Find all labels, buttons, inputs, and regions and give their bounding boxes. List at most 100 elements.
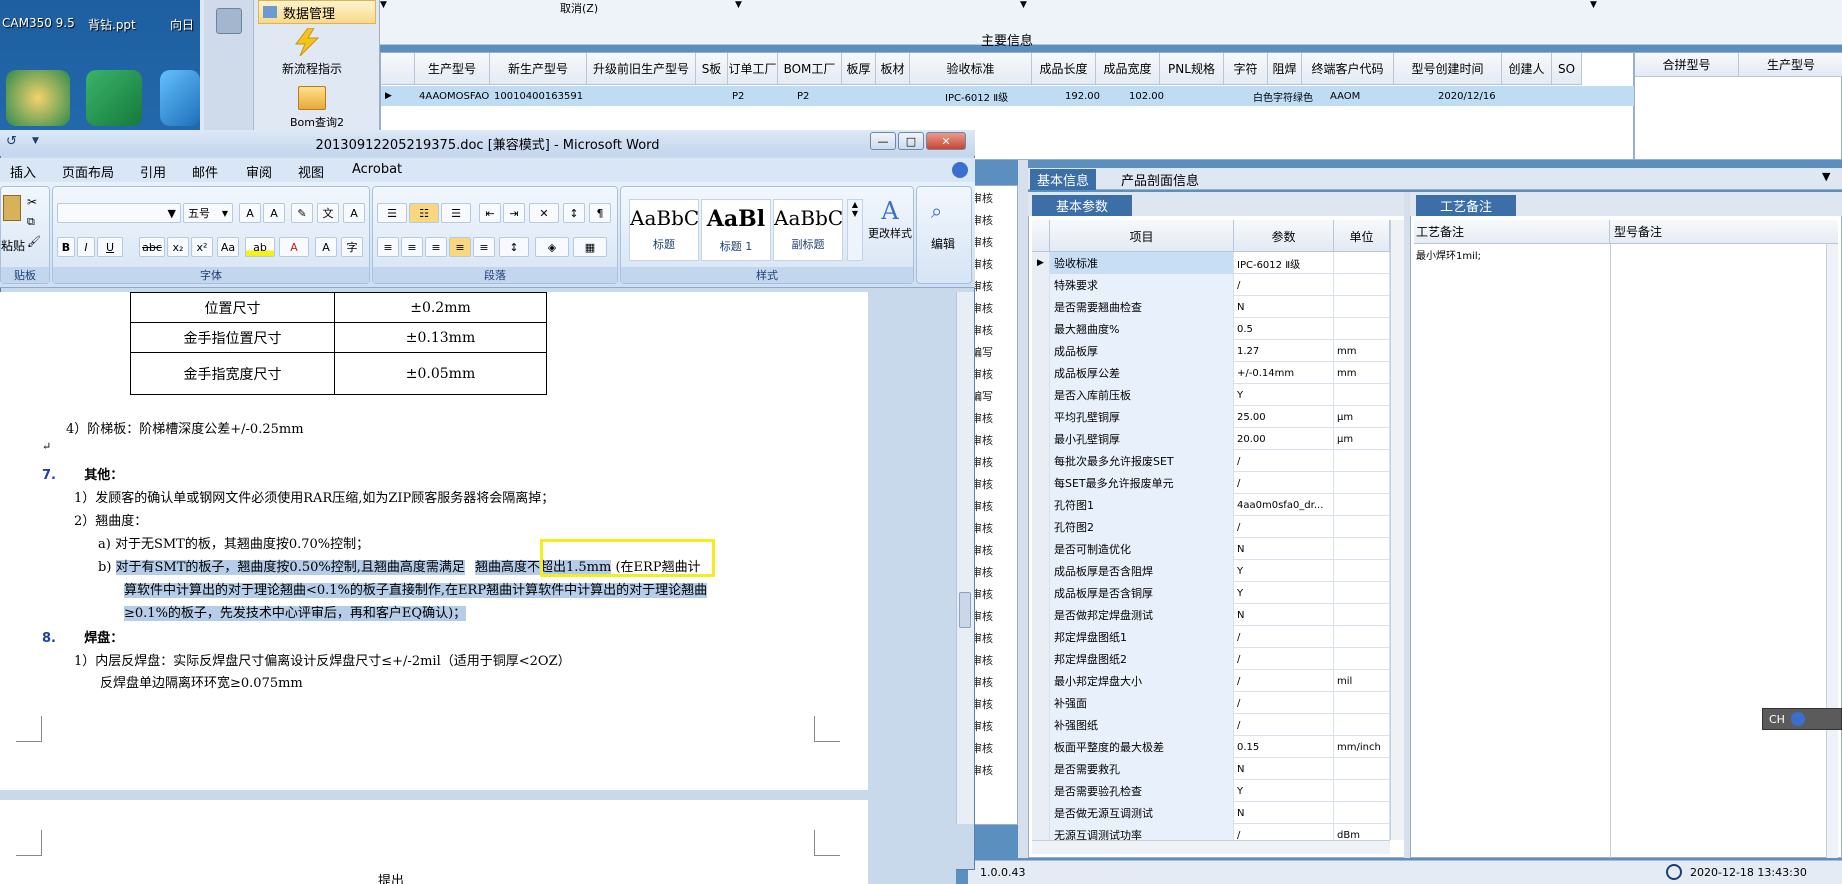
col-header[interactable]: 板厚 bbox=[842, 53, 876, 85]
param-value[interactable]: / bbox=[1234, 472, 1334, 494]
grid-cell[interactable]: 4AAOMOSFAO bbox=[415, 86, 489, 106]
sms-idea-icon[interactable] bbox=[86, 70, 142, 126]
highlight-icon[interactable]: ab bbox=[245, 237, 275, 257]
param-item[interactable]: 邦定焊盘图纸2 bbox=[1050, 648, 1234, 670]
param-unit[interactable] bbox=[1334, 758, 1390, 780]
param-row[interactable]: 平均孔壁铜厚 25.00 μm bbox=[1032, 406, 1390, 428]
lightning-icon[interactable] bbox=[290, 27, 324, 57]
word-title-bar[interactable]: 20130912205219375.doc [兼容模式] - Microsoft… bbox=[0, 130, 975, 156]
col-header[interactable]: 阻焊 bbox=[1268, 53, 1302, 85]
table-cell[interactable]: ±0.05mm bbox=[334, 352, 547, 395]
param-unit[interactable]: mm/inch bbox=[1334, 736, 1390, 758]
tab-view[interactable]: 视图 bbox=[298, 162, 324, 181]
param-item[interactable]: 板面平整度的最大极差 bbox=[1050, 736, 1234, 758]
dropdown-arrow-icon[interactable]: ▼ bbox=[735, 0, 742, 10]
doc-line[interactable]: 4）阶梯板：阶梯槽深度公差+/-0.25mm bbox=[66, 418, 304, 437]
new-flow-label[interactable]: 新流程指示 bbox=[282, 60, 342, 77]
param-value[interactable]: Y bbox=[1234, 384, 1334, 406]
param-value[interactable]: 4aa0m0sfa0_dr... bbox=[1234, 494, 1334, 516]
param-value[interactable]: N bbox=[1234, 538, 1334, 560]
italic-icon[interactable]: I bbox=[77, 237, 95, 257]
line-spacing-icon[interactable]: ↕ bbox=[499, 237, 529, 257]
dropdown-arrow-icon[interactable]: ▼ bbox=[1590, 0, 1597, 10]
col-header[interactable]: 型号创建时间 bbox=[1394, 53, 1502, 85]
col-header[interactable]: 板材 bbox=[876, 53, 910, 85]
param-unit[interactable] bbox=[1334, 516, 1390, 538]
param-unit[interactable] bbox=[1334, 692, 1390, 714]
align-center-icon[interactable]: ≡ bbox=[401, 237, 423, 257]
justify-icon[interactable]: ≡ bbox=[449, 237, 471, 257]
shading-icon[interactable]: ◈ bbox=[535, 237, 569, 257]
close-icon[interactable]: ✕ bbox=[926, 132, 966, 150]
font-size-dropdown[interactable]: 五号 ▼ bbox=[183, 203, 233, 223]
data-management-button[interactable]: 数据管理 bbox=[258, 0, 376, 24]
param-item[interactable]: 成品板厚是否含铜厚 bbox=[1050, 582, 1234, 604]
param-value[interactable]: N bbox=[1234, 296, 1334, 318]
param-row[interactable]: 孔符图1 4aa0m0sfa0_dr... bbox=[1032, 494, 1390, 516]
grow-font-icon[interactable]: A bbox=[239, 203, 261, 223]
param-value[interactable]: IPC-6012 Ⅱ级 bbox=[1234, 252, 1334, 274]
doc-line[interactable]: 1）发顾客的确认单或钢网文件必须使用RAR压缩,如为ZIP顾客服务器将会隔离掉； bbox=[74, 487, 554, 506]
param-unit[interactable] bbox=[1334, 296, 1390, 318]
param-value[interactable]: / bbox=[1234, 626, 1334, 648]
clear-format-icon[interactable]: ✎ bbox=[291, 203, 313, 223]
col-header[interactable]: 终端客户代码 bbox=[1302, 53, 1394, 85]
bullets-icon[interactable]: ☰ bbox=[377, 203, 407, 223]
desktop-label-ppt[interactable]: 背钻.ppt bbox=[88, 16, 136, 33]
style-subtitle[interactable]: AaBbC 副标题 bbox=[773, 199, 843, 261]
param-row[interactable]: 是否需要翘曲检查 N bbox=[1032, 296, 1390, 318]
dropdown-arrow-icon[interactable]: ▼ bbox=[380, 0, 387, 10]
col-header[interactable]: 订单工厂 bbox=[728, 53, 778, 85]
undo-icon[interactable]: ↺ bbox=[6, 134, 17, 149]
col-header[interactable]: SO bbox=[1552, 53, 1582, 85]
param-item[interactable]: 是否做邦定焊盘测试 bbox=[1050, 604, 1234, 626]
param-row[interactable]: ▶ 验收标准 IPC-6012 Ⅱ级 bbox=[1032, 252, 1390, 274]
col-header[interactable]: 生产型号 bbox=[1739, 53, 1842, 77]
param-vertical-scrollbar[interactable] bbox=[1390, 220, 1404, 840]
increase-indent-icon[interactable]: ⇥ bbox=[503, 203, 525, 223]
numbering-icon[interactable]: ☷ bbox=[409, 203, 439, 223]
param-unit[interactable]: μm bbox=[1334, 406, 1390, 428]
copy-icon[interactable]: ⧉ bbox=[27, 215, 35, 229]
enclose-char-icon[interactable]: 字 bbox=[341, 237, 363, 257]
param-row[interactable]: 最小邦定焊盘大小 / mil bbox=[1032, 670, 1390, 692]
maximize-icon[interactable]: □ bbox=[898, 132, 924, 150]
table-cell[interactable]: 位置尺寸 bbox=[130, 292, 335, 323]
egcam-icon[interactable] bbox=[160, 70, 200, 126]
param-item[interactable]: 补强图纸 bbox=[1050, 714, 1234, 736]
col-header[interactable]: 新生产型号 bbox=[490, 53, 587, 85]
doc-heading-7[interactable]: 7. 其他： bbox=[42, 464, 123, 483]
selected-text[interactable]: 对于有SMT的板子，翘曲度按0.50%控制,且翘曲高度需满足 bbox=[115, 560, 465, 575]
tab-mailings[interactable]: 邮件 bbox=[192, 162, 218, 181]
bold-icon[interactable]: B bbox=[57, 237, 75, 257]
style-heading1[interactable]: AaBl 标题 1 bbox=[701, 199, 771, 261]
param-unit[interactable] bbox=[1334, 472, 1390, 494]
param-row[interactable]: 特殊要求 / bbox=[1032, 274, 1390, 296]
cancel-button[interactable]: 取消(Z) bbox=[560, 0, 598, 16]
param-unit[interactable] bbox=[1334, 274, 1390, 296]
param-row[interactable]: 是否做邦定焊盘测试 N bbox=[1032, 604, 1390, 626]
param-value[interactable]: / bbox=[1234, 648, 1334, 670]
grid-cell[interactable]: 192.00 bbox=[1061, 86, 1100, 106]
desktop-label-sunflower[interactable]: 向日 bbox=[170, 16, 194, 33]
underline-icon[interactable]: U bbox=[97, 237, 123, 257]
param-value[interactable]: / bbox=[1234, 714, 1334, 736]
param-value[interactable]: Y bbox=[1234, 582, 1334, 604]
param-item[interactable]: 是否需要验孔检查 bbox=[1050, 780, 1234, 802]
param-unit[interactable]: mil bbox=[1334, 670, 1390, 692]
tab-basic-params[interactable]: 基本参数 bbox=[1032, 195, 1132, 216]
param-value[interactable]: 0.15 bbox=[1234, 736, 1334, 758]
param-value[interactable]: Y bbox=[1234, 560, 1334, 582]
decrease-indent-icon[interactable]: ⇤ bbox=[479, 203, 501, 223]
param-item[interactable]: 孔符图1 bbox=[1050, 494, 1234, 516]
multilevel-list-icon[interactable]: ☰ bbox=[441, 203, 471, 223]
superscript-icon[interactable]: x² bbox=[191, 237, 213, 257]
tab-basic-info[interactable]: 基本信息 bbox=[1030, 169, 1096, 190]
param-unit[interactable] bbox=[1334, 604, 1390, 626]
param-unit[interactable] bbox=[1334, 648, 1390, 670]
param-item[interactable]: 补强面 bbox=[1050, 692, 1234, 714]
param-item[interactable]: 最大翘曲度% bbox=[1050, 318, 1234, 340]
tab-page-layout[interactable]: 页面布局 bbox=[62, 162, 114, 181]
param-item[interactable]: 是否入库前压板 bbox=[1050, 384, 1234, 406]
doc-line[interactable]: a) 对于无SMT的板，其翘曲度按0.70%控制； bbox=[98, 533, 369, 552]
